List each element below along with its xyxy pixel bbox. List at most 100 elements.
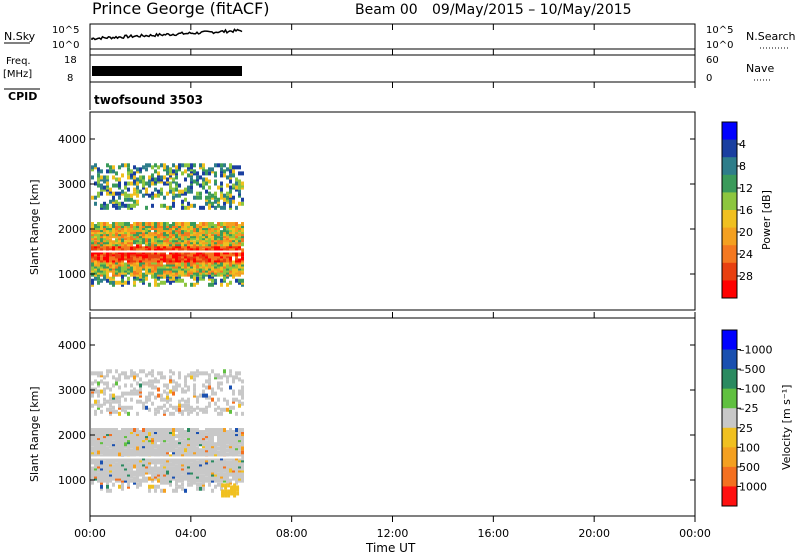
velocity-cell xyxy=(238,371,241,376)
power-cell xyxy=(235,226,238,231)
velocity-cell xyxy=(223,369,226,374)
velocity-cell xyxy=(115,381,118,386)
power-cell xyxy=(181,205,184,210)
velocity-cell xyxy=(127,411,130,416)
velocity-cell xyxy=(103,460,106,465)
power-cell xyxy=(178,163,181,168)
velocity-cell xyxy=(214,391,217,396)
velocity-cell xyxy=(124,409,127,414)
freq-right-tick-bot: 0 xyxy=(706,73,712,84)
power-cell xyxy=(184,169,187,174)
velocity-cell xyxy=(229,460,232,465)
power-cell xyxy=(226,195,229,200)
power-cell xyxy=(148,262,151,267)
power-cell xyxy=(100,175,103,180)
velocity-cell xyxy=(241,411,244,416)
velocity-cell xyxy=(202,430,205,435)
power-cell xyxy=(223,222,226,227)
power-cell xyxy=(226,282,229,287)
velocity-y-ticks: 1000 2000 3000 4000 xyxy=(58,339,695,487)
power-cell xyxy=(181,199,184,204)
velocity-cell xyxy=(187,385,190,390)
velocity-cell xyxy=(238,377,241,382)
power-cell xyxy=(166,254,169,259)
velocity-cell xyxy=(148,470,151,475)
power-cell xyxy=(226,191,229,196)
power-cell xyxy=(163,274,166,279)
velocity-cell xyxy=(238,450,241,455)
velocity-cell xyxy=(229,373,232,378)
power-cell xyxy=(235,278,238,283)
power-cell xyxy=(148,282,151,287)
power-cell xyxy=(127,222,130,227)
velocity-cell xyxy=(220,381,223,386)
power-cell xyxy=(229,280,232,285)
power-cell xyxy=(103,175,106,180)
power-cell xyxy=(103,201,106,206)
power-cell xyxy=(199,163,202,168)
power-cell xyxy=(100,278,103,283)
power-cell xyxy=(214,224,217,229)
colorbar-swatch xyxy=(722,227,737,246)
velocity-cell xyxy=(202,389,205,394)
power-cell xyxy=(145,187,148,192)
velocity-cell xyxy=(136,458,139,463)
freq-label-top: Freq. xyxy=(6,56,31,67)
velocity-cell xyxy=(196,486,199,491)
power-cell xyxy=(127,203,130,208)
power-cell xyxy=(166,205,169,210)
velocity-cell xyxy=(175,428,178,433)
power-cell xyxy=(235,205,238,210)
power-cell xyxy=(235,181,238,186)
power-cell xyxy=(241,256,244,261)
velocity-cell xyxy=(100,460,103,465)
velocity-cell xyxy=(151,466,154,471)
power-cell xyxy=(97,280,100,285)
power-cell xyxy=(136,185,139,190)
power-cell xyxy=(100,169,103,174)
colorbar-tick-label: –25 xyxy=(739,402,759,415)
power-cell xyxy=(223,173,226,178)
velocity-cell xyxy=(208,401,211,406)
power-cell xyxy=(238,224,241,229)
power-cell xyxy=(193,169,196,174)
velocity-cell xyxy=(151,484,154,489)
velocity-cell xyxy=(121,405,124,410)
x-tick-label: 04:00 xyxy=(175,527,207,540)
velocity-cell xyxy=(199,371,202,376)
power-cell xyxy=(142,179,145,184)
power-cell xyxy=(145,266,148,271)
power-cell xyxy=(154,163,157,168)
velocity-cell xyxy=(112,482,115,487)
velocity-cell xyxy=(118,411,121,416)
power-cell xyxy=(193,268,196,273)
power-cell xyxy=(91,222,94,227)
power-cell xyxy=(184,205,187,210)
power-cell xyxy=(124,191,127,196)
velocity-cell xyxy=(118,403,121,408)
power-cell xyxy=(208,199,211,204)
colorbar-swatch xyxy=(722,122,737,141)
velocity-cell xyxy=(106,446,109,451)
power-cell xyxy=(148,193,151,198)
power-cell xyxy=(127,175,130,180)
power-cell xyxy=(223,193,226,198)
velocity-cell xyxy=(130,405,133,410)
power-cell xyxy=(139,167,142,172)
power-cell xyxy=(124,185,127,190)
power-cell xyxy=(211,222,214,227)
power-cell xyxy=(115,252,118,257)
power-cell xyxy=(112,191,115,196)
velocity-cell xyxy=(94,379,97,384)
power-cell xyxy=(217,197,220,202)
beam-label: Beam 00 xyxy=(355,2,418,18)
power-cell xyxy=(109,252,112,257)
power-cell xyxy=(94,240,97,245)
velocity-cell xyxy=(196,460,199,465)
velocity-cell xyxy=(154,428,157,433)
velocity-cell xyxy=(97,371,100,376)
velocity-cell xyxy=(139,430,142,435)
power-cell xyxy=(214,195,217,200)
power-cell xyxy=(181,222,184,227)
power-cell xyxy=(235,185,238,190)
